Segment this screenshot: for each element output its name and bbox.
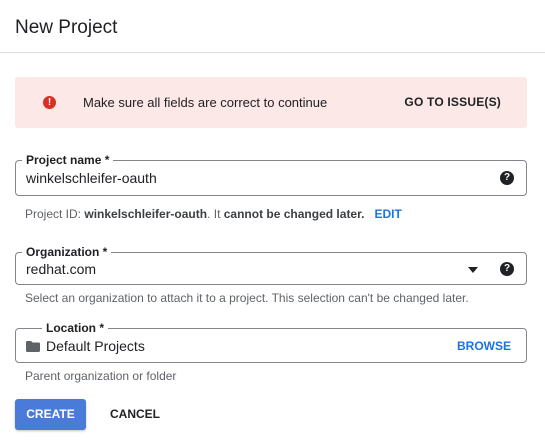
page-title: New Project (15, 17, 118, 38)
error-alert: ! Make sure all fields are correct to co… (15, 77, 527, 128)
location-field[interactable]: Location * Default Projects BROWSE (15, 321, 527, 363)
folder-icon (26, 341, 40, 352)
location-value: Default Projects (46, 338, 145, 354)
organization-label: Organization * (22, 245, 112, 259)
location-label: Location * (42, 321, 109, 335)
project-name-input[interactable]: winkelschleifer-oauth (26, 170, 157, 186)
project-name-field[interactable]: Project name * winkelschleifer-oauth ? (15, 153, 527, 196)
alert-message: Make sure all fields are correct to cont… (83, 95, 328, 110)
header: New Project (0, 0, 545, 53)
go-to-issues-button[interactable]: GO TO ISSUE(S) (404, 95, 501, 109)
project-name-label: Project name * (22, 153, 114, 167)
location-hint: Parent organization or folder (25, 369, 177, 383)
organization-hint: Select an organization to attach it to a… (25, 291, 469, 305)
browse-button[interactable]: BROWSE (457, 339, 511, 353)
project-id-hint: Project ID: winkelschleifer-oauth. It ca… (25, 207, 402, 221)
project-id-warning: cannot be changed later. (223, 207, 365, 221)
organization-value: redhat.com (26, 261, 97, 277)
organization-select[interactable]: Organization * redhat.com ? (15, 245, 527, 285)
project-id-value: winkelschleifer-oauth (84, 207, 208, 221)
create-button[interactable]: CREATE (15, 399, 86, 430)
dropdown-caret-icon[interactable] (468, 267, 478, 273)
project-id-prefix: Project ID: (25, 207, 82, 221)
help-icon[interactable]: ? (500, 171, 514, 185)
cancel-button[interactable]: CANCEL (100, 399, 170, 430)
edit-project-id-link[interactable]: EDIT (374, 207, 401, 221)
help-icon[interactable]: ? (500, 262, 514, 276)
project-id-mid: . It (207, 207, 221, 221)
error-icon: ! (43, 96, 56, 109)
